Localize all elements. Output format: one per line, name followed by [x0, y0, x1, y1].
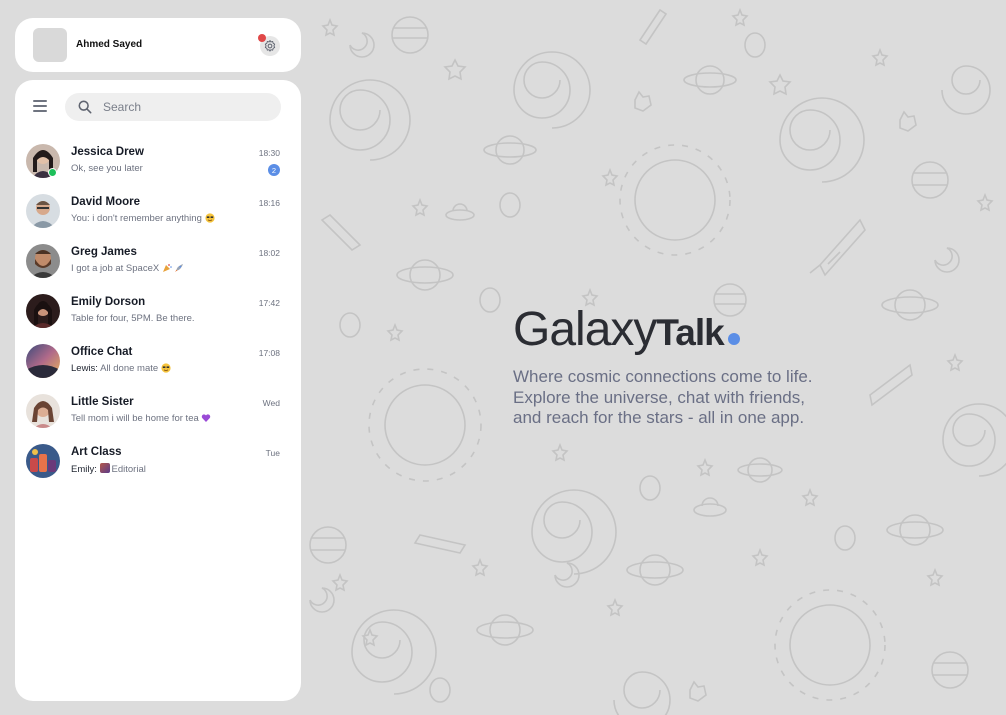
chat-name: David Moore: [71, 196, 141, 208]
brand-dot: [727, 333, 740, 345]
brand-tagline: Where cosmic connections come to life. E…: [513, 367, 813, 427]
chat-time: 18:30: [258, 148, 280, 158]
chat-time: 18:02: [258, 248, 280, 258]
sunglasses-emoji-icon: [204, 213, 215, 223]
chat-name: Emily Dorson: [71, 296, 146, 308]
chat-time: 17:42: [258, 298, 280, 308]
chat-preview: Table for four, 5PM. Be there.: [71, 313, 195, 324]
chat-item-art-class[interactable]: Art Class Emily: Editorial Tue: [15, 442, 301, 492]
image-thumbnail: [99, 463, 110, 473]
chat-name: Greg James: [71, 246, 137, 258]
rocket-emoji-icon: [175, 264, 184, 272]
avatar: [26, 194, 60, 228]
chat-item-jessica-drew[interactable]: Jessica Drew Ok, see you later 18:30 2: [15, 142, 301, 192]
app-window: Ahmed Sayed Jessica Drew: [0, 0, 1006, 715]
avatar: [26, 394, 60, 428]
avatar: [26, 244, 60, 278]
chat-item-office-chat[interactable]: Office Chat Lewis: All done mate 17:08: [15, 342, 301, 392]
avatar: [26, 294, 60, 328]
online-status-dot: [48, 168, 57, 177]
chat-preview: Emily: Editorial: [71, 463, 146, 475]
search-bar[interactable]: [65, 93, 281, 121]
chat-name: Art Class: [71, 446, 122, 458]
chat-name: Little Sister: [71, 396, 134, 408]
chat-preview: Ok, see you later: [71, 163, 143, 174]
chat-time: 18:16: [258, 198, 280, 208]
search-input[interactable]: [103, 99, 273, 115]
chat-time: Tue: [265, 448, 280, 458]
party-popper-emoji-icon: [162, 264, 172, 272]
user-name: Ahmed Sayed: [76, 39, 143, 50]
notification-dot: [258, 34, 266, 42]
search-icon: [78, 100, 92, 114]
chat-preview: I got a job at SpaceX: [71, 263, 184, 274]
chat-item-emily-dorson[interactable]: Emily Dorson Table for four, 5PM. Be the…: [15, 292, 301, 342]
brand-logo: GalaxyTalk: [513, 304, 873, 359]
chat-time: 17:08: [258, 348, 280, 358]
purple-heart-emoji-icon: [202, 414, 211, 422]
chat-preview: Lewis: All done mate: [71, 363, 171, 374]
chat-preview: You: i don't remember anything: [71, 213, 215, 224]
chat-time: Wed: [262, 398, 280, 408]
unread-badge: 2: [268, 164, 280, 176]
user-avatar[interactable]: [33, 28, 67, 62]
chat-item-greg-james[interactable]: Greg James I got a job at SpaceX 18:02: [15, 242, 301, 292]
brand-block: GalaxyTalk Where cosmic connections come…: [513, 304, 873, 429]
chat-item-david-moore[interactable]: David Moore You: i don't remember anythi…: [15, 192, 301, 242]
sunglasses-emoji-icon: [161, 363, 171, 373]
avatar: [26, 344, 60, 378]
avatar: [26, 444, 60, 478]
hamburger-menu-icon[interactable]: [33, 100, 47, 112]
chat-name: Office Chat: [71, 346, 133, 358]
chat-list-panel: Jessica Drew Ok, see you later 18:30 2 D…: [15, 80, 301, 701]
chat-item-little-sister[interactable]: Little Sister Tell mom i will be home fo…: [15, 392, 301, 442]
chat-name: Jessica Drew: [71, 146, 144, 158]
profile-card: Ahmed Sayed: [15, 18, 301, 72]
chat-preview: Tell mom i will be home for tea: [71, 413, 211, 424]
